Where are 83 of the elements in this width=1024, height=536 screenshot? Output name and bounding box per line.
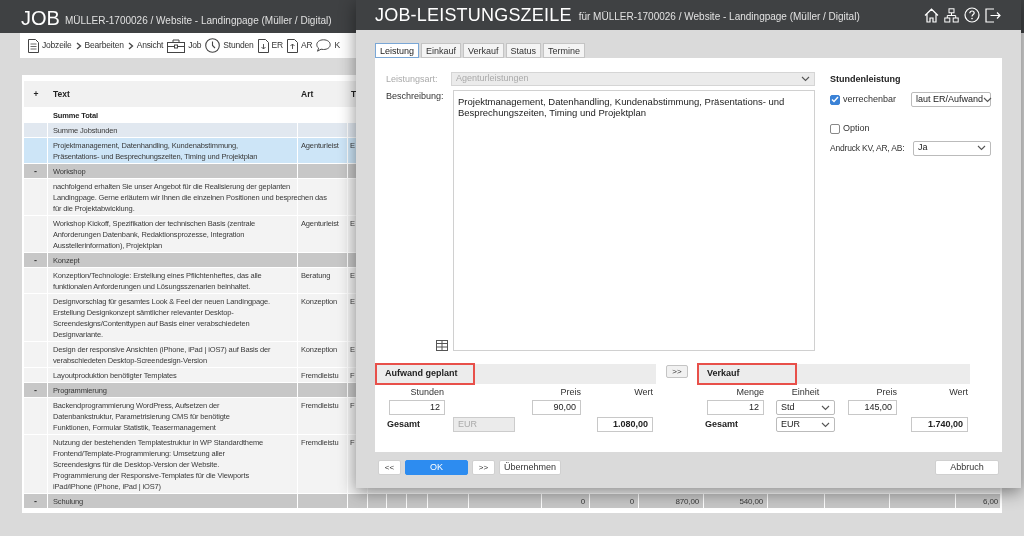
app-title: JOB [21, 8, 60, 28]
document-icon [28, 38, 39, 53]
chevron-down-icon [977, 145, 986, 151]
dialog-title: JOB-LEISTUNGSZEILE [375, 6, 572, 24]
checkbox[interactable]: Option [830, 122, 870, 136]
toolbar-button[interactable]: AR [287, 38, 313, 53]
checkbox[interactable]: verrechenbar [830, 92, 897, 107]
tab[interactable]: Einkauf [421, 43, 462, 58]
toolbar-button[interactable]: Bearbeiten [75, 39, 124, 52]
section-heading: Stundenleistung [830, 73, 902, 85]
table-cell: 0 [580, 495, 585, 507]
table-cell: 0 [629, 495, 634, 507]
dialog-subtitle: für MÜLLER-1700026 / Website - Landingpage (Müller / Digital) [578, 12, 860, 22]
dialog-button[interactable]: << [378, 460, 401, 475]
checkmark-icon [831, 96, 839, 103]
column-header[interactable]: Text [48, 87, 298, 101]
sitemap-icon[interactable] [944, 7, 959, 23]
tab[interactable]: Termine [543, 43, 586, 58]
column-label: Wert [633, 385, 653, 398]
toolbar-button[interactable]: K [316, 39, 340, 52]
column-header[interactable]: + [24, 87, 48, 101]
field-label: Andruck KV, AR, AB: [830, 141, 905, 155]
collapse-toggle[interactable]: - [34, 495, 37, 507]
chevron-down-icon [821, 421, 830, 428]
input-field[interactable]: 12 [389, 400, 445, 415]
column-label: Einheit [790, 385, 821, 398]
toolbar-button[interactable]: Ansicht [127, 39, 164, 52]
speech-bubble-icon [316, 39, 332, 52]
app-subtitle: MÜLLER-1700026 / Website - Landingpage (Müller / Digital) [64, 16, 332, 28]
logout-icon[interactable] [985, 7, 1001, 23]
toolbar-button[interactable]: Job [167, 38, 202, 53]
input-field: EUR [453, 417, 515, 432]
section-heading: Aufwand geplant [375, 363, 475, 385]
column-label: Wert [948, 385, 968, 398]
document-download-icon [257, 38, 269, 53]
chevron-down-icon [983, 96, 993, 103]
table-cell: 6,00 [983, 495, 998, 507]
section-heading: Verkauf [697, 363, 797, 385]
select-field[interactable]: Std [776, 400, 835, 415]
help-icon[interactable] [964, 7, 980, 23]
document-upload-icon [287, 38, 298, 53]
chevron-down-icon [801, 76, 810, 82]
field-label: Gesamt [705, 417, 740, 431]
dialog-button[interactable]: Abbruch [935, 460, 999, 475]
select-field: Agenturleistungen [451, 72, 815, 86]
chevron-right-icon [127, 41, 134, 50]
table-cell: 870,00 [675, 495, 699, 507]
tab[interactable]: Verkauf [463, 43, 504, 58]
input-field[interactable]: 90,00 [532, 400, 581, 415]
select-field[interactable]: Ja [913, 140, 991, 156]
input-field[interactable]: 12 [707, 400, 764, 415]
dialog-button[interactable]: >> [472, 460, 495, 475]
column-label: Menge [735, 385, 764, 398]
transfer-button[interactable]: >> [666, 365, 688, 378]
field-label: Leistungsart: [386, 73, 439, 86]
column-header[interactable]: Art [298, 87, 348, 101]
collapse-toggle[interactable]: - [34, 384, 37, 396]
chevron-down-icon [821, 404, 830, 411]
field-label: Beschreibung: [386, 90, 444, 102]
chevron-right-icon [75, 41, 82, 50]
clock-icon [205, 38, 221, 53]
home-icon[interactable] [924, 7, 939, 23]
select-field[interactable]: EUR [776, 417, 835, 432]
column-label: Preis [559, 385, 581, 398]
briefcase-icon [167, 38, 186, 53]
input-field[interactable]: 145,00 [848, 400, 897, 415]
input-field[interactable]: 1.080,00 [597, 417, 653, 432]
tab[interactable]: Leistung [375, 43, 420, 58]
toolbar-button[interactable]: Jobzeile [28, 38, 72, 53]
description-field[interactable]: Projektmanagement, Datenhandling, Kundenabstimmung, Präsentations- und Besprechungszeiten, Timing und Projektplan [453, 90, 815, 351]
toolbar-button[interactable]: Stunden [205, 38, 254, 53]
field-label: Gesamt [387, 417, 422, 431]
collapse-toggle[interactable]: - [34, 254, 37, 266]
collapse-toggle[interactable]: - [34, 165, 37, 177]
input-field[interactable]: 1.740,00 [911, 417, 968, 432]
select-field[interactable]: laut ER/Aufwand [911, 92, 991, 107]
table-icon[interactable] [436, 340, 448, 351]
dialog-button[interactable]: Übernehmen [499, 460, 561, 475]
column-label: Preis [875, 385, 897, 398]
tab[interactable]: Status [505, 43, 542, 58]
toolbar-button[interactable]: ER [257, 38, 283, 53]
table-cell: 540,00 [739, 495, 763, 507]
column-label: Stunden [409, 385, 445, 398]
